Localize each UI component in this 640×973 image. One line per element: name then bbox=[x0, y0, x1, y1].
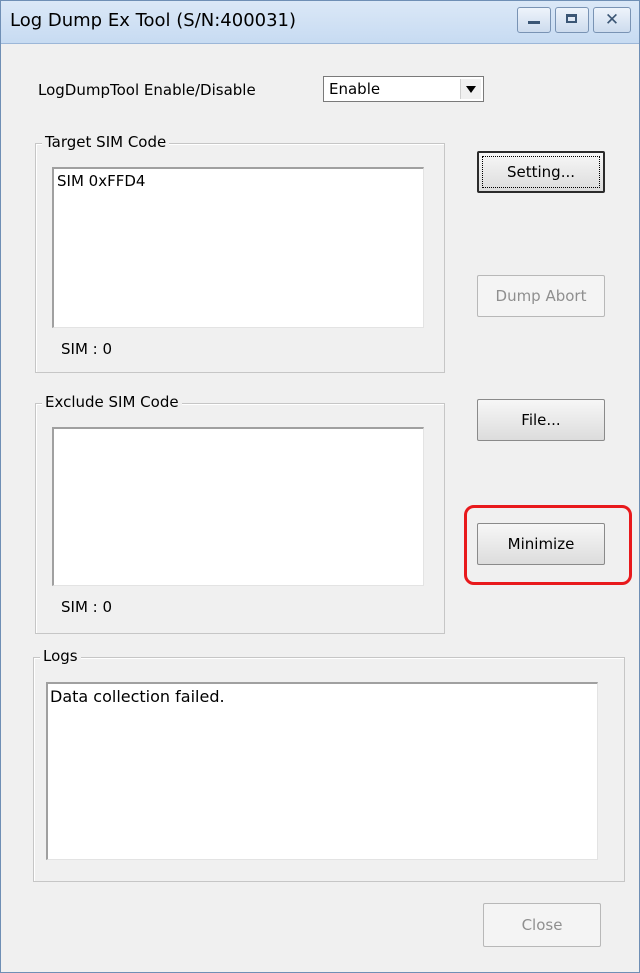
minimize-highlight-box bbox=[464, 505, 632, 585]
setting-button[interactable]: Setting... bbox=[477, 151, 605, 193]
enable-disable-value: Enable bbox=[329, 80, 381, 98]
maximize-window-button[interactable] bbox=[555, 7, 589, 33]
dropdown-arrow-icon[interactable] bbox=[460, 79, 481, 99]
target-sim-count: SIM : 0 bbox=[61, 340, 113, 358]
window-controls: ✕ bbox=[517, 7, 631, 33]
logs-textarea[interactable]: Data collection failed. bbox=[46, 682, 598, 860]
dump-abort-button[interactable]: Dump Abort bbox=[477, 275, 605, 317]
minimize-window-button[interactable] bbox=[517, 7, 551, 33]
exclude-sim-group: Exclude SIM Code SIM : 0 bbox=[35, 393, 445, 634]
file-button-label: File... bbox=[521, 411, 561, 429]
title-bar[interactable]: Log Dump Ex Tool (S/N:400031) ✕ bbox=[1, 1, 639, 44]
exclude-sim-count: SIM : 0 bbox=[61, 598, 113, 616]
exclude-sim-list[interactable] bbox=[52, 427, 424, 586]
log-dump-window: Log Dump Ex Tool (S/N:400031) ✕ LogDumpT… bbox=[0, 0, 640, 973]
file-button[interactable]: File... bbox=[477, 399, 605, 441]
close-button[interactable]: Close bbox=[483, 903, 601, 947]
enable-disable-label: LogDumpTool Enable/Disable bbox=[38, 81, 256, 99]
close-icon: ✕ bbox=[604, 10, 620, 30]
exclude-sim-group-title: Exclude SIM Code bbox=[42, 393, 182, 411]
log-line: Data collection failed. bbox=[50, 687, 225, 706]
minimize-icon bbox=[528, 21, 540, 24]
dump-abort-button-label: Dump Abort bbox=[495, 287, 587, 305]
target-sim-group-title: Target SIM Code bbox=[42, 133, 170, 151]
target-sim-list[interactable]: SIM 0xFFD4 bbox=[52, 167, 424, 328]
enable-disable-select[interactable]: Enable bbox=[323, 76, 484, 102]
window-title: Log Dump Ex Tool (S/N:400031) bbox=[10, 10, 297, 31]
maximize-icon bbox=[566, 14, 577, 23]
list-item[interactable]: SIM 0xFFD4 bbox=[57, 172, 145, 190]
target-sim-group: Target SIM Code SIM 0xFFD4 SIM : 0 bbox=[35, 133, 445, 373]
logs-group: Logs Data collection failed. bbox=[33, 647, 625, 882]
close-window-button[interactable]: ✕ bbox=[593, 7, 631, 33]
close-button-label: Close bbox=[521, 916, 563, 934]
logs-group-title: Logs bbox=[40, 647, 81, 665]
